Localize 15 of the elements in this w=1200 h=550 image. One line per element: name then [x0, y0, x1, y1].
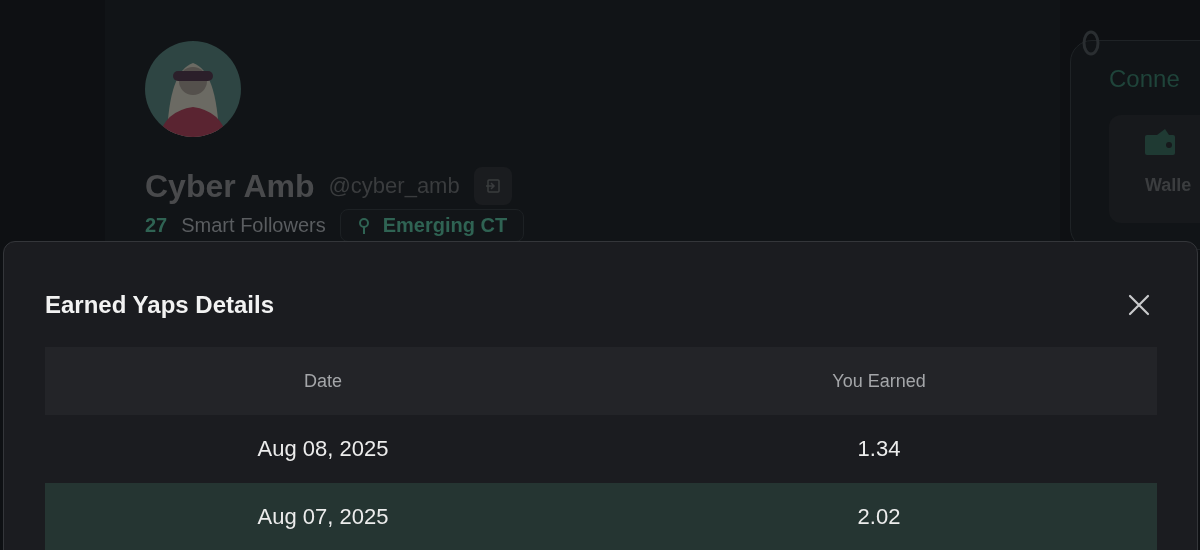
- login-icon: [484, 178, 501, 194]
- column-header: You Earned: [832, 370, 926, 392]
- modal-title: Earned Yaps Details: [45, 291, 274, 319]
- profile-name: Cyber Amb: [145, 167, 315, 205]
- wallet-icon: [1145, 129, 1175, 155]
- table-cell: 1.34: [857, 436, 901, 462]
- category-tag: Emerging CT: [339, 209, 525, 242]
- table-cell: 2.02: [857, 504, 901, 530]
- smart-followers-count: 27: [145, 214, 168, 237]
- table-cell: Aug 08, 2025: [257, 436, 389, 462]
- column-header: Date: [304, 370, 342, 392]
- pin-icon: [356, 216, 371, 235]
- close-button[interactable]: [1126, 292, 1152, 318]
- table-cell: Aug 07, 2025: [257, 504, 389, 530]
- smart-followers-label: Smart Followers: [181, 214, 326, 237]
